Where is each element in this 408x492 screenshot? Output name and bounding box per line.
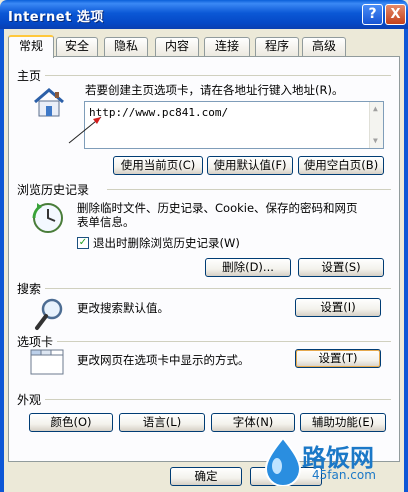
checkmark-icon: ✓ [78, 237, 88, 248]
search-description: 更改搜索默认值。 [77, 301, 169, 315]
close-icon: X [390, 7, 401, 22]
tab-programs[interactable]: 程序 [255, 37, 299, 56]
homepage-address-field[interactable]: http://www.pc841.com/ ▲ ▼ [84, 101, 384, 149]
history-settings-button[interactable]: 设置(S) [298, 258, 384, 277]
colors-button[interactable]: 颜色(O) [29, 413, 113, 432]
house-icon [34, 88, 64, 117]
homepage-heading: 主页 [17, 69, 42, 83]
divider [57, 341, 391, 342]
window-border-left [0, 29, 4, 492]
use-blank-button[interactable]: 使用空白页(B) [298, 156, 384, 175]
tabs-section-description: 更改网页在选项卡中显示的方式。 [77, 353, 250, 367]
search-heading: 搜索 [17, 282, 42, 296]
tab-privacy[interactable]: 隐私 [104, 37, 148, 56]
help-icon: ? [368, 6, 377, 22]
address-scrollbar[interactable]: ▲ ▼ [369, 102, 383, 148]
arrow-annotation-icon [68, 116, 102, 144]
homepage-address-value: http://www.pc841.com/ [89, 106, 229, 119]
tabs-settings-button[interactable]: 设置(T) [295, 349, 381, 368]
delete-on-exit-checkbox[interactable]: ✓ [77, 237, 89, 249]
divider [107, 189, 391, 190]
history-heading: 浏览历史记录 [17, 183, 90, 197]
fonts-button[interactable]: 字体(N) [211, 413, 295, 432]
watermark-logo-icon [264, 436, 302, 486]
tab-connections[interactable]: 连接 [204, 37, 250, 56]
divider [45, 75, 391, 76]
divider [45, 399, 391, 400]
watermark-url: 45fan.com [312, 468, 376, 482]
homepage-description: 若要创建主页选项卡，请在各地址行键入地址(R)。 [85, 83, 344, 97]
languages-button[interactable]: 语言(L) [119, 413, 205, 432]
general-tab-panel: 主页 若要创建主页选项卡，请在各地址行键入地址(R)。 http://www.p… [8, 56, 400, 462]
tabbed-window-icon [30, 349, 64, 375]
history-description-line1: 删除临时文件、历史记录、Cookie、保存的密码和网页 [77, 201, 358, 215]
tab-general[interactable]: 常规 [8, 35, 54, 58]
delete-history-button[interactable]: 删除(D)... [205, 258, 291, 277]
use-current-button[interactable]: 使用当前页(C) [113, 156, 203, 175]
tab-security[interactable]: 安全 [56, 37, 98, 56]
scroll-down-icon: ▼ [373, 136, 378, 145]
tab-content[interactable]: 内容 [155, 37, 199, 56]
search-settings-button[interactable]: 设置(I) [295, 298, 381, 317]
help-button[interactable]: ? [362, 4, 383, 25]
window-border-right [404, 29, 408, 492]
window-title: Internet 选项 [8, 10, 104, 25]
history-description-line2: 表单信息。 [77, 215, 135, 229]
history-clock-icon [32, 203, 63, 233]
scroll-up-icon: ▲ [373, 104, 378, 113]
magnifier-icon [35, 298, 63, 330]
watermark: 路饭网 45fan.com [256, 434, 396, 490]
ok-button[interactable]: 确定 [170, 467, 242, 486]
divider [45, 288, 391, 289]
tab-advanced[interactable]: 高级 [302, 37, 346, 56]
delete-on-exit-label: 退出时删除浏览历史记录(W) [93, 236, 240, 250]
title-bar[interactable]: Internet 选项 ? X [0, 0, 408, 29]
use-default-button[interactable]: 使用默认值(F) [207, 156, 293, 175]
close-button[interactable]: X [385, 4, 406, 25]
appearance-heading: 外观 [17, 393, 42, 407]
accessibility-button[interactable]: 辅助功能(E) [300, 413, 386, 432]
